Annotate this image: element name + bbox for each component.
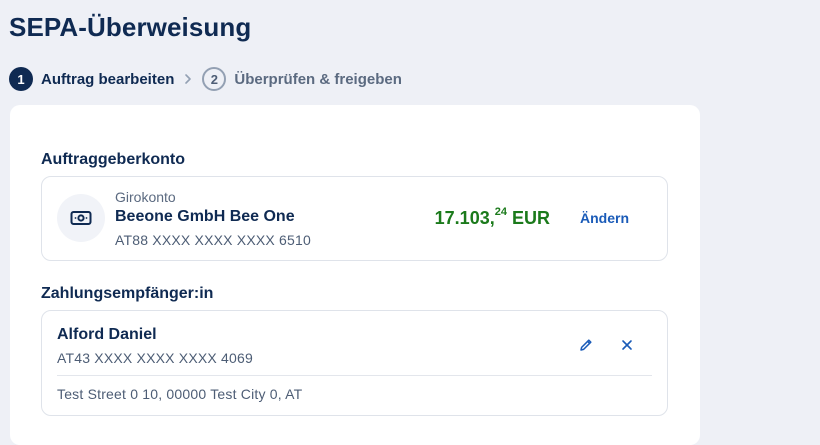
balance-main: 17.103, (434, 208, 495, 228)
step-1-label: Auftrag bearbeiten (41, 70, 175, 88)
cash-icon (57, 194, 105, 242)
chevron-right-icon (184, 73, 192, 85)
divider (57, 375, 652, 376)
stepper: 1 Auftrag bearbeiten 2 Überprüfen & frei… (9, 67, 402, 91)
transfer-form-card: Auftraggeberkonto Girokonto Beeone GmbH … (10, 105, 700, 445)
step-2-number: 2 (202, 67, 227, 91)
recipient-name: Alford Daniel (57, 326, 157, 343)
recipient-address: Test Street 0 10, 00000 Test City 0, AT (57, 386, 303, 402)
account-balance: 17.103,24 EUR (434, 206, 550, 229)
account-iban: AT88 XXXX XXXX XXXX 6510 (115, 232, 311, 248)
recipient-section-label: Zahlungsempfänger:in (41, 285, 214, 302)
sender-section-label: Auftraggeberkonto (41, 151, 185, 168)
step-2[interactable]: 2 Überprüfen & freigeben (202, 67, 402, 91)
page-title: SEPA-Überweisung (9, 12, 252, 42)
step-1[interactable]: 1 Auftrag bearbeiten (9, 67, 174, 91)
close-icon[interactable] (616, 334, 638, 356)
balance-currency: EUR (511, 208, 550, 228)
account-type: Girokonto (115, 189, 176, 205)
sender-account-box: Girokonto Beeone GmbH Bee One AT88 XXXX … (41, 176, 668, 261)
step-2-label: Überprüfen & freigeben (234, 70, 402, 88)
pencil-icon[interactable] (575, 334, 597, 356)
recipient-iban: AT43 XXXX XXXX XXXX 4069 (57, 350, 253, 366)
account-name: Beeone GmbH Bee One (115, 208, 295, 225)
recipient-box: Alford Daniel AT43 XXXX XXXX XXXX 4069 T… (41, 310, 668, 416)
change-account-link[interactable]: Ändern (580, 210, 629, 226)
step-1-number: 1 (9, 67, 33, 91)
balance-cents: 24 (494, 206, 507, 218)
